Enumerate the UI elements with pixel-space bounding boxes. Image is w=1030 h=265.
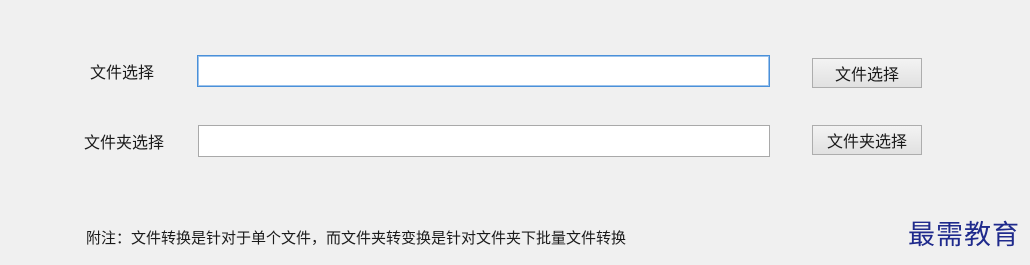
folder-select-button[interactable]: 文件夹选择 <box>812 125 922 155</box>
watermark-text: 最需教育 <box>908 220 1020 251</box>
file-select-label: 文件选择 <box>90 63 155 82</box>
file-path-input[interactable] <box>197 55 770 87</box>
usage-note: 附注：文件转换是针对于单个文件，而文件夹转变换是针对文件夹下批量文件转换 <box>86 229 627 247</box>
folder-select-label: 文件夹选择 <box>84 133 165 152</box>
file-select-button[interactable]: 文件选择 <box>812 58 922 88</box>
folder-path-input[interactable] <box>198 125 770 157</box>
